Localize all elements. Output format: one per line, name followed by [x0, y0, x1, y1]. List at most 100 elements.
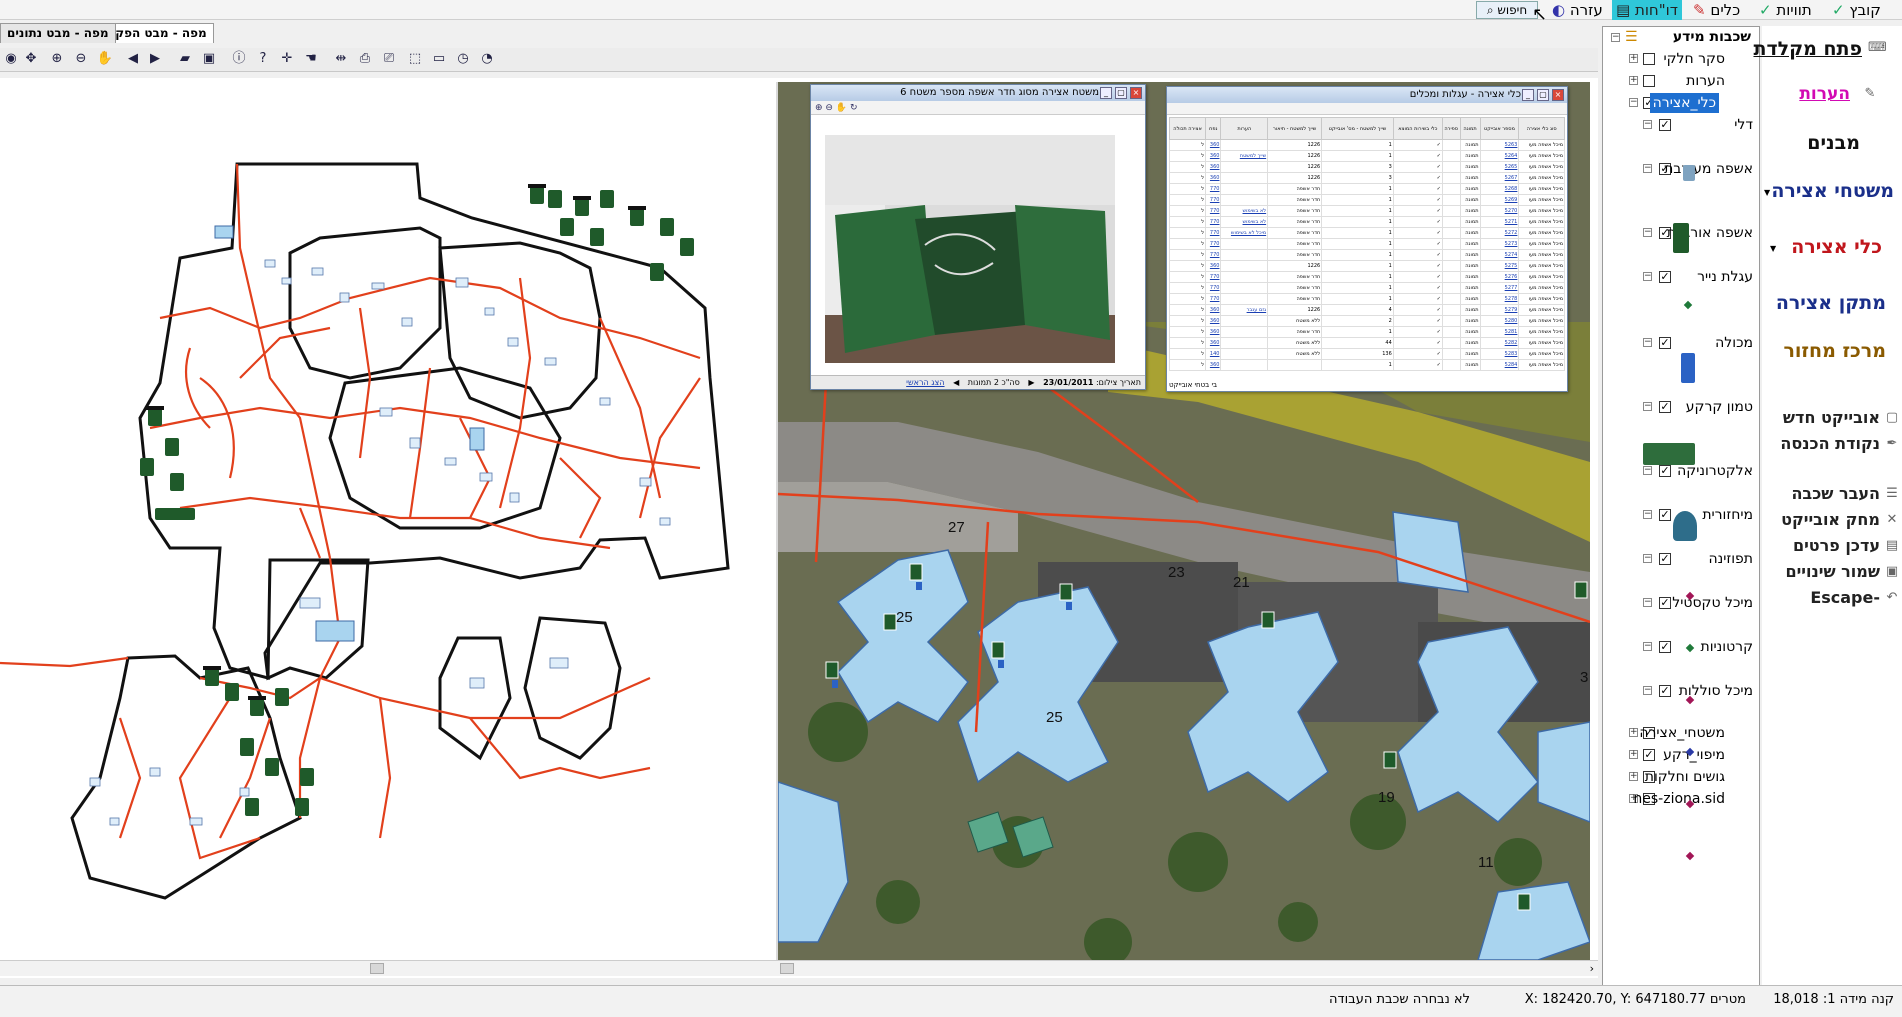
layer-item[interactable]: − ✓ מיכל טקסטיל: [1603, 593, 1759, 613]
table-row[interactable]: מיכל אשפה מעו 5280 תמונה ✓ 2 ללא משטח 360 ל: [1169, 315, 1565, 327]
table-row[interactable]: מיכל אשפה מעו 5279 תמונה ✓ 4 1226 גזם ענבר 360 ל: [1169, 304, 1565, 316]
collapse-icon[interactable]: −: [1643, 164, 1652, 173]
tab-map-production[interactable]: מפה - מבט הפקה: [100, 23, 214, 43]
expand-icon[interactable]: +: [1629, 772, 1638, 781]
move-layer-button[interactable]: העבר שכבה: [1791, 484, 1880, 503]
table-row[interactable]: מיכל אשפה מעו 5278 תמונה ✓ 1 חדר אשפה 770 ל: [1169, 293, 1565, 305]
escape-button[interactable]: Escape-: [1810, 588, 1880, 607]
table-cell[interactable]: 5272: [1479, 227, 1520, 239]
table-cell[interactable]: 5279: [1479, 304, 1520, 316]
notes-button[interactable]: הערות: [1799, 84, 1850, 104]
table-cell[interactable]: [1220, 172, 1269, 184]
table-cell[interactable]: גזם ענבר: [1220, 304, 1269, 316]
table-cell[interactable]: 5269: [1479, 194, 1520, 206]
layer-item[interactable]: − ✓ קרטוניות: [1603, 637, 1759, 657]
table-cell[interactable]: תמונה: [1459, 337, 1481, 349]
save-changes-button[interactable]: שמור שינויים: [1785, 562, 1880, 581]
table-cell[interactable]: [1220, 359, 1269, 371]
table-cell[interactable]: [1220, 271, 1269, 283]
menu-tools[interactable]: ✎ כלים: [1693, 0, 1740, 20]
column-header[interactable]: נפח: [1205, 117, 1222, 140]
table-cell[interactable]: 5264: [1479, 150, 1520, 162]
attribute-table-window[interactable]: כלי אצירה - עגלות ומכלים × ▢ _ סוג כלי א…: [1166, 86, 1568, 392]
table-row[interactable]: מיכל אשפה מעו 5282 תמונה ✓ 44 ללא משטח 360 ל: [1169, 337, 1565, 349]
table-row[interactable]: מיכל אשפה מעו 5281 תמונה ✓ 1 חדר אשפה 360 ל: [1169, 326, 1565, 338]
table-cell[interactable]: תמונה: [1459, 150, 1481, 162]
table-cell[interactable]: 5281: [1479, 326, 1520, 338]
column-header[interactable]: הערות: [1220, 117, 1269, 140]
table-row[interactable]: מיכל אשפה מעו 5271 תמונה ✓ 1 חדר אשפה לא בשימו…: [1169, 216, 1565, 228]
attribute-table-wrap[interactable]: סוג כלי אצירה מספר אובייקט תמונה ספירה כלי ב…: [1169, 117, 1565, 375]
table-cell[interactable]: תמונה: [1459, 315, 1481, 327]
save-icon[interactable]: ▣: [200, 50, 218, 68]
pan-icon[interactable]: ◉: [2, 50, 20, 68]
layer-visibility-checkbox[interactable]: ✓: [1659, 509, 1671, 521]
table-cell[interactable]: [1220, 326, 1269, 338]
refresh-icon[interactable]: ↻: [850, 103, 858, 113]
hand-icon[interactable]: ✋: [836, 103, 847, 113]
attribute-table[interactable]: סוג כלי אצירה מספר אובייקט תמונה ספירה כלי ב…: [1169, 117, 1565, 371]
table-cell[interactable]: 5276: [1479, 271, 1520, 283]
table-cell[interactable]: תמונה: [1459, 304, 1481, 316]
collapse-icon[interactable]: −: [1643, 510, 1652, 519]
move-icon[interactable]: ✛: [278, 50, 296, 68]
table-cell[interactable]: [1220, 315, 1269, 327]
table-row[interactable]: מיכל אשפה מעו 5274 תמונה ✓ 1 חדר אשפה 770 ל: [1169, 249, 1565, 261]
table-row[interactable]: מיכל אשפה מעו 5268 תמונה ✓ 1 חדר אשפה 770 ל: [1169, 183, 1565, 195]
table-cell[interactable]: 5271: [1479, 216, 1520, 228]
close-button[interactable]: ×: [1552, 89, 1564, 101]
layer-visibility-checkbox[interactable]: ✓: [1659, 553, 1671, 565]
table-cell[interactable]: תמונה: [1459, 238, 1481, 250]
layer-visibility-checkbox[interactable]: ✓: [1659, 641, 1671, 653]
layer-tree-root[interactable]: − ☰ שכבות מידע: [1603, 27, 1759, 47]
zoom-in-icon[interactable]: ⊕: [48, 50, 66, 68]
minimize-button[interactable]: _: [1100, 87, 1112, 99]
table-cell[interactable]: 5275: [1479, 260, 1520, 272]
table-row[interactable]: מיכל אשפה מעו 5273 תמונה ✓ 1 חדר אשפה 770 ל: [1169, 238, 1565, 250]
table-cell[interactable]: תמונה: [1459, 348, 1481, 360]
table-row[interactable]: מיכל אשפה מעו 5283 תמונה ✓ 136 ללא משטח 140 ל: [1169, 348, 1565, 360]
column-header[interactable]: תמונה: [1459, 117, 1481, 140]
help-icon[interactable]: ?: [254, 50, 272, 68]
table-row[interactable]: מיכל אשפה מעו 5263 תמונה ✓ 1 1226 360 ל: [1169, 139, 1565, 151]
column-header[interactable]: סוג כלי אצירה: [1518, 117, 1565, 140]
zoom-all-icon[interactable]: ✥: [22, 50, 40, 68]
maximize-button[interactable]: ▢: [1537, 89, 1549, 101]
select-area-icon[interactable]: ▭: [430, 50, 448, 68]
scroll-right-icon[interactable]: ›: [1590, 962, 1594, 975]
table-cell[interactable]: תמונה: [1459, 227, 1481, 239]
table-cell[interactable]: [1220, 282, 1269, 294]
column-header[interactable]: שייך למשטח - מס' אובייקט: [1321, 117, 1394, 140]
maximize-button[interactable]: ▢: [1115, 87, 1127, 99]
back-icon[interactable]: ◀: [124, 50, 142, 68]
measure-icon[interactable]: ⇹: [332, 50, 350, 68]
column-header[interactable]: מספר אובייקט: [1479, 117, 1520, 140]
table-cell[interactable]: שייך למשטח: [1220, 150, 1269, 162]
surfaces-button[interactable]: משטחי אצירה: [1771, 180, 1894, 202]
table-cell[interactable]: [1220, 249, 1269, 261]
layer-item[interactable]: + הערות: [1603, 71, 1759, 91]
layer-visibility-checkbox[interactable]: ✓: [1659, 685, 1671, 697]
table-row[interactable]: מיכל אשפה מעו 5269 תמונה ✓ 1 חדר אשפה 770 ל: [1169, 194, 1565, 206]
scrollbar-thumb[interactable]: [370, 963, 384, 974]
table-cell[interactable]: [1220, 293, 1269, 305]
collapse-icon[interactable]: −: [1643, 338, 1652, 347]
city-map[interactable]: [0, 78, 776, 958]
layer-visibility-checkbox[interactable]: ✓: [1659, 401, 1671, 413]
table-cell[interactable]: תמונה: [1459, 139, 1481, 151]
table-row[interactable]: מיכל אשפה מעו 5272 תמונה ✓ 1 חדר אשפה מיכל לא …: [1169, 227, 1565, 239]
layer-item[interactable]: − ✓ טמון קרקע: [1603, 397, 1759, 417]
table-cell[interactable]: תמונה: [1459, 205, 1481, 217]
table-cell[interactable]: לא בשימוש: [1220, 216, 1269, 228]
table-cell[interactable]: 5265: [1479, 161, 1520, 173]
table-cell[interactable]: מיכל לא בשימוש: [1220, 227, 1269, 239]
layer-visibility-checkbox[interactable]: [1643, 75, 1655, 87]
table-cell[interactable]: תמונה: [1459, 293, 1481, 305]
collapse-icon[interactable]: −: [1643, 120, 1652, 129]
collapse-icon[interactable]: −: [1643, 642, 1652, 651]
layer-visibility-checkbox[interactable]: ✓: [1659, 597, 1671, 609]
table-row[interactable]: מיכל אשפה מעו 5275 תמונה ✓ 1 1226 360 ל: [1169, 260, 1565, 272]
layer-visibility-checkbox[interactable]: ✓: [1659, 337, 1671, 349]
layer-visibility-checkbox[interactable]: [1643, 53, 1655, 65]
table-cell[interactable]: [1220, 161, 1269, 173]
